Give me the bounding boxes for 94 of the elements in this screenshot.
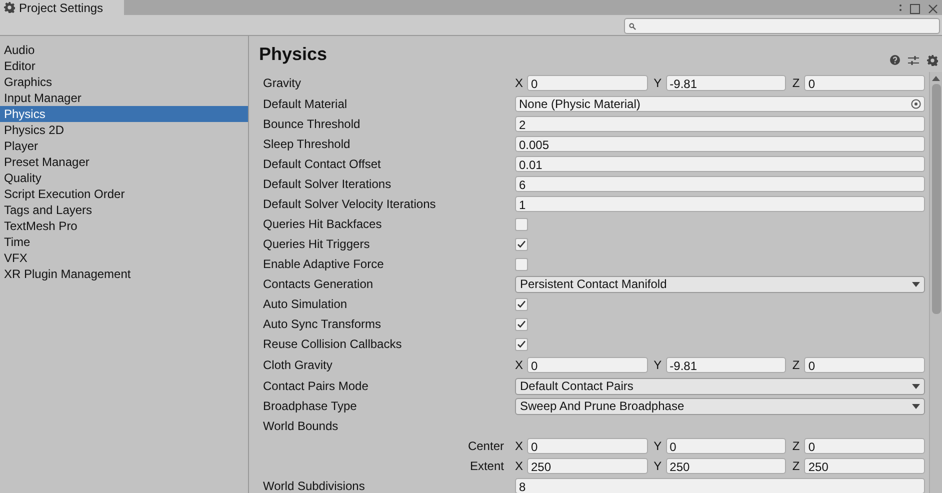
panel-title: Physics [259,44,328,64]
sidebar-item[interactable]: Time [0,234,248,250]
field-label: Queries Hit Backfaces [263,217,383,231]
field-label: Default Solver Velocity Iterations [263,197,437,211]
maximize-icon[interactable] [910,4,920,14]
sidebar-item[interactable]: Tags and Layers [0,202,248,218]
number-field[interactable]: 250 [666,458,786,474]
axis-label: Y [654,358,662,372]
number-field[interactable]: 8 [515,478,925,493]
axis-label: Z [792,358,800,372]
window-tab[interactable]: Project Settings [0,0,124,15]
axis-label: Y [654,76,662,90]
axis-label: X [515,439,523,453]
axis-label: X [515,459,523,473]
sidebar-item[interactable]: Input Manager [0,90,248,106]
axis-label: Z [792,439,800,453]
more-icon[interactable] [899,4,902,13]
number-field[interactable]: 250 [804,458,926,474]
sidebar-item[interactable]: Physics 2D [0,122,248,138]
checkbox[interactable] [515,318,528,330]
sidebar-item[interactable]: Preset Manager [0,154,248,170]
field-label: Auto Sync Transforms [263,317,382,331]
dropdown[interactable]: Persistent Contact Manifold [515,276,925,292]
number-field[interactable]: 0.005 [515,136,925,152]
field-label: Default Solver Iterations [263,177,392,191]
field-label: Gravity [263,76,302,90]
field-label: Bounce Threshold [263,117,362,131]
number-field[interactable]: 0 [804,438,926,454]
number-field[interactable]: 1 [515,196,925,212]
sidebar-item[interactable]: Quality [0,170,248,186]
field-label: Sleep Threshold [263,137,352,151]
scrollbar[interactable] [929,72,942,493]
gear-icon [4,2,15,13]
field-label: Queries Hit Triggers [263,237,371,251]
number-field[interactable]: 0.01 [515,156,925,172]
number-field[interactable]: 0 [527,357,648,373]
field-label: Auto Simulation [263,297,348,311]
checkbox[interactable] [515,298,528,310]
sidebar-item[interactable]: Player [0,138,248,154]
dropdown[interactable]: Sweep And Prune Broadphase [515,398,925,414]
sidebar-item[interactable]: Script Execution Order [0,186,248,202]
field-label: Enable Adaptive Force [263,257,385,271]
help-icon[interactable] [890,55,900,65]
sidebar-item[interactable]: Physics [0,106,248,122]
axis-label: Z [792,459,800,473]
number-field[interactable]: 0 [666,438,786,454]
number-field[interactable]: 0 [804,75,926,91]
checkbox[interactable] [515,258,528,270]
field-label: Default Contact Offset [263,157,382,171]
field-label: World Bounds [263,419,340,433]
axis-label: Z [792,76,800,90]
axis-label: Y [654,459,662,473]
number-field[interactable]: -9.81 [666,75,786,91]
close-icon[interactable] [928,4,938,14]
caret-icon [912,404,920,408]
field-label: Broadphase Type [263,399,358,413]
field-label: Center [466,439,505,453]
sidebar-item[interactable]: Audio [0,42,248,58]
field-label: Cloth Gravity [263,358,334,372]
search-icon [629,22,636,30]
target-icon[interactable] [911,99,921,109]
checkbox[interactable] [515,338,528,350]
dropdown[interactable]: Default Contact Pairs [515,378,925,394]
checkbox[interactable] [515,238,528,250]
caret-icon [912,384,920,388]
caret-icon [912,282,920,286]
number-field[interactable]: 250 [527,458,648,474]
sidebar-item[interactable]: XR Plugin Management [0,266,248,282]
number-field[interactable]: -9.81 [666,357,786,373]
field-label: Default Material [263,97,348,111]
search-field[interactable] [624,18,940,34]
gear-icon[interactable] [927,54,938,66]
field-label: World Subdivisions [263,479,366,493]
field-label: Extent [468,459,505,473]
checkbox[interactable] [515,218,528,230]
number-field[interactable]: 2 [515,116,925,132]
sidebar-item[interactable]: VFX [0,250,248,266]
sidebar-item[interactable]: Editor [0,58,248,74]
axis-label: X [515,76,523,90]
object-value: None (Physic Material) [519,96,640,112]
number-field[interactable]: 6 [515,176,925,192]
axis-label: Y [654,439,662,453]
number-field[interactable]: 0 [527,75,648,91]
object-field[interactable]: None (Physic Material) [515,96,925,112]
sliders-icon[interactable] [908,54,919,66]
sidebar-item[interactable]: TextMesh Pro [0,218,248,234]
number-field[interactable]: 0 [804,357,926,373]
sidebar-item[interactable]: Graphics [0,74,248,90]
number-field[interactable]: 0 [527,438,648,454]
field-label: Contact Pairs Mode [263,379,370,393]
axis-label: X [515,358,523,372]
field-label: Reuse Collision Callbacks [263,337,403,351]
scroll-up-icon[interactable] [932,76,940,81]
field-label: Contacts Generation [263,277,374,291]
